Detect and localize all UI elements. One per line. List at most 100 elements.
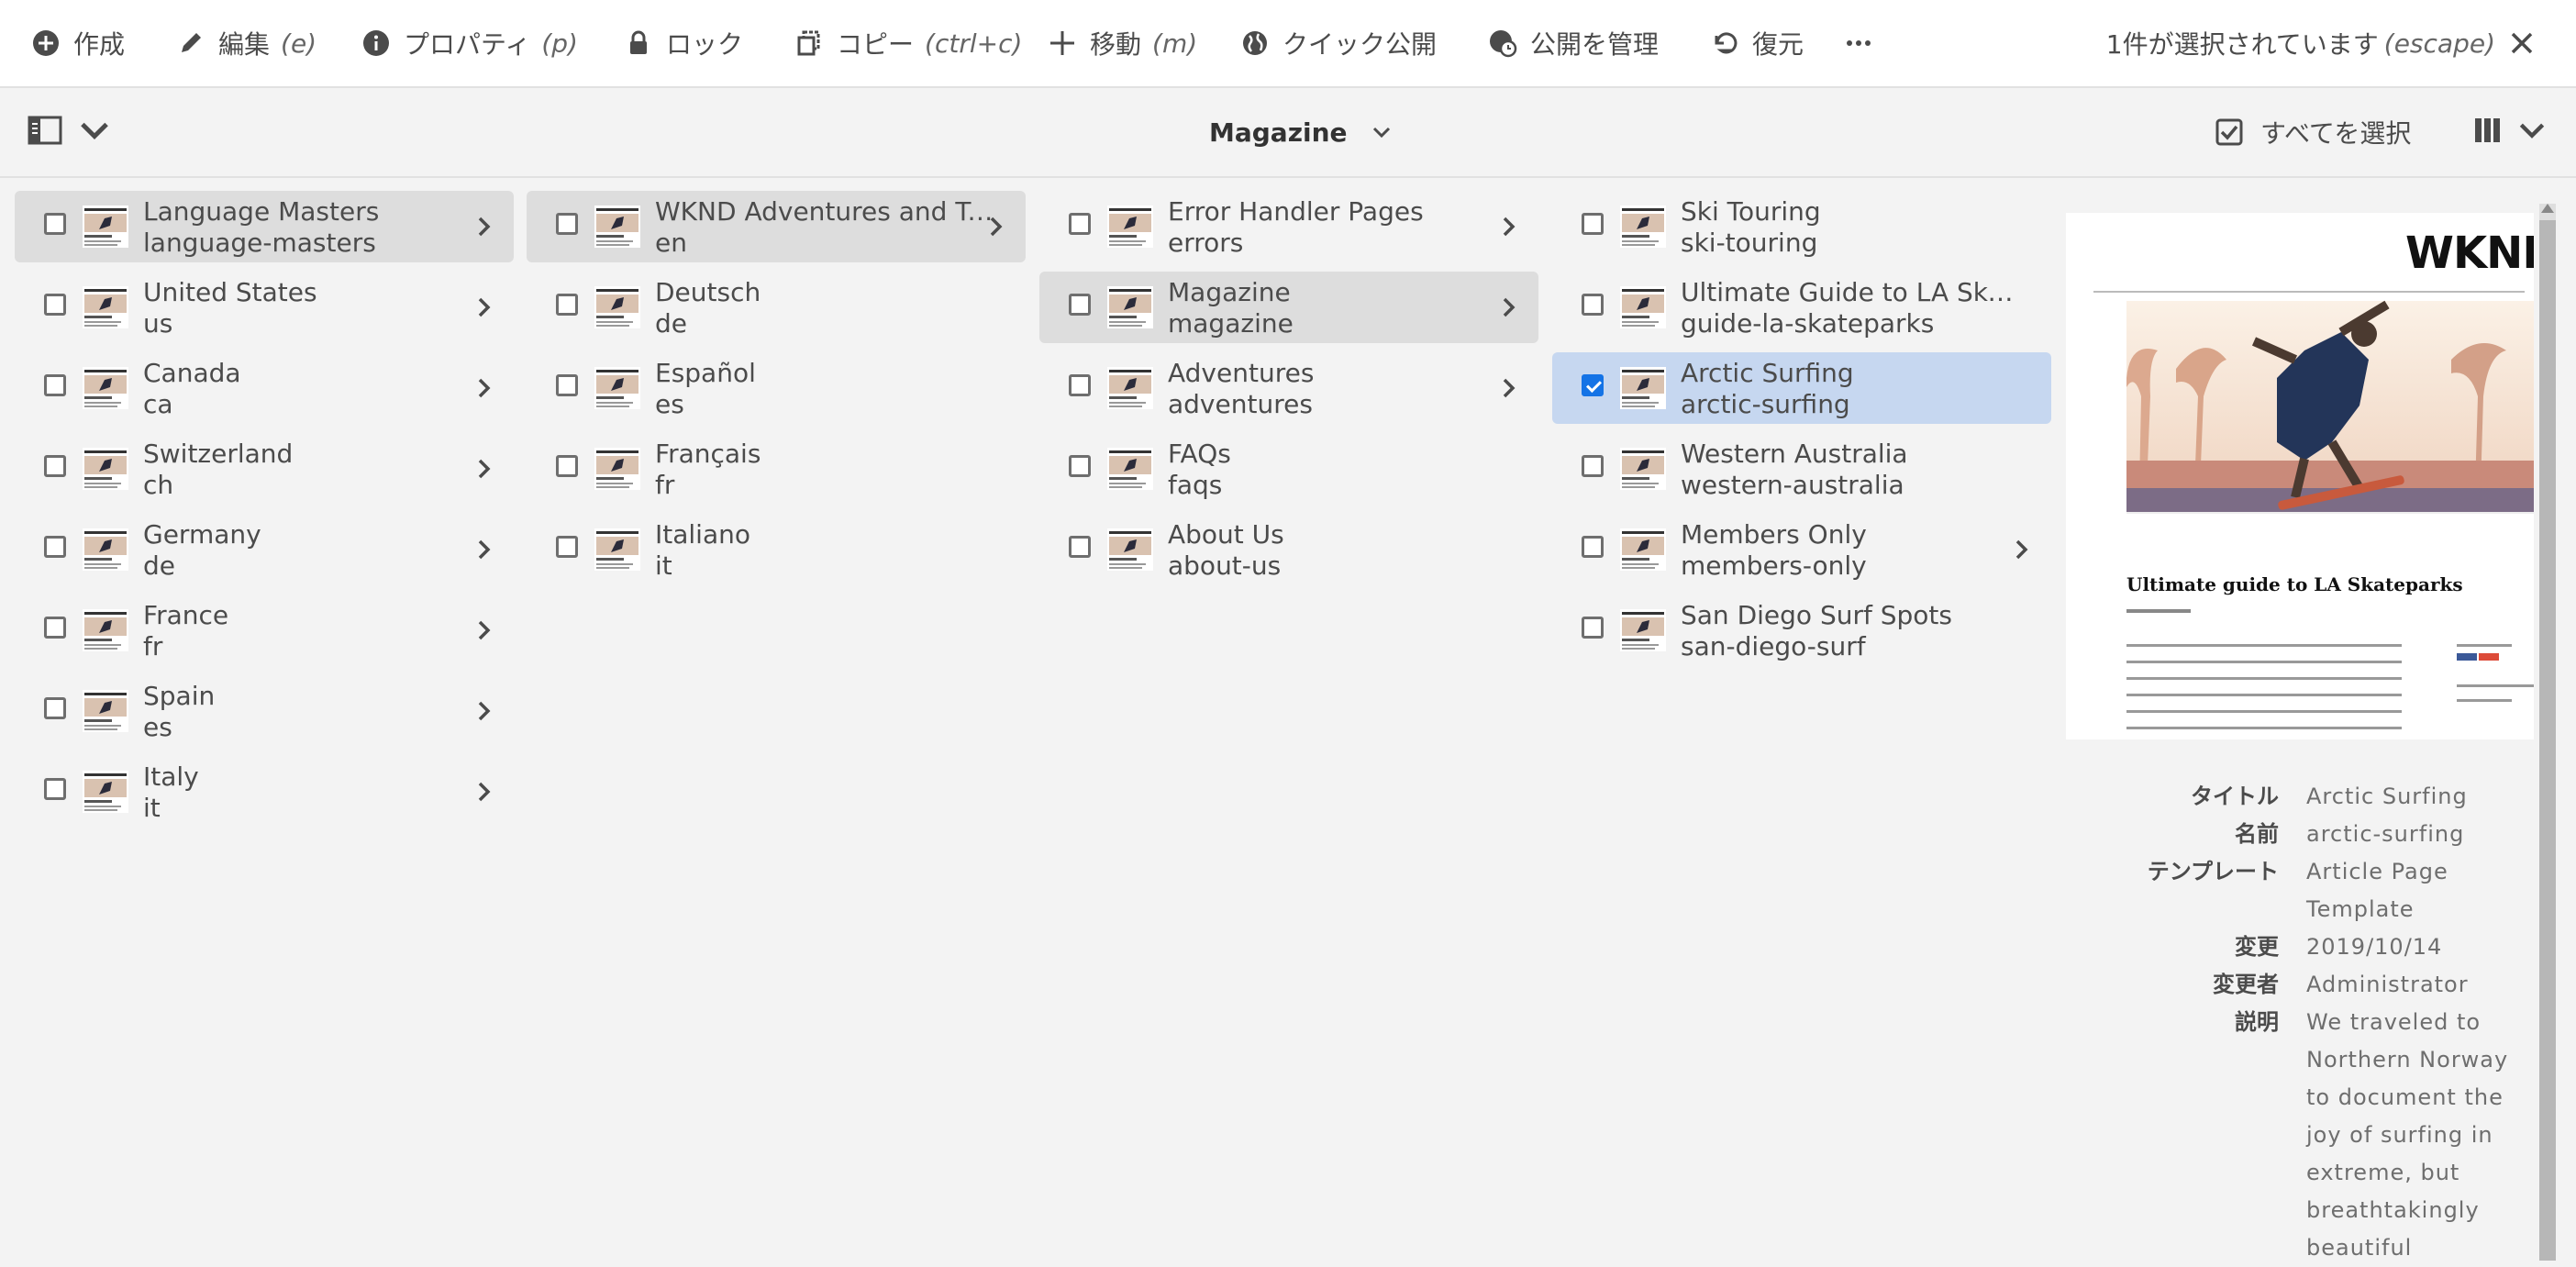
column-item[interactable]: WKND Adventures and Tr… en [527, 191, 1026, 262]
copy-icon [797, 30, 820, 56]
page-preview-thumbnail: Ultimate guide to LA Skateparks WKND S [2066, 213, 2534, 739]
item-checkbox[interactable] [556, 455, 578, 477]
more-actions-button[interactable] [1844, 0, 1886, 86]
column-item[interactable]: France fr [15, 595, 514, 666]
column-item[interactable]: Français fr [527, 433, 1026, 505]
quick-publish-label: クイック公開 [1282, 29, 1438, 60]
column-item[interactable]: Adventures adventures [1039, 352, 1538, 424]
chevron-right-icon[interactable] [2011, 538, 2033, 561]
move-icon [1050, 31, 1074, 55]
quick-publish-button[interactable]: クイック公開 [1240, 0, 1437, 86]
chevron-right-icon[interactable] [473, 457, 495, 481]
item-checkbox[interactable] [1582, 536, 1604, 558]
manage-publication-button[interactable]: 公開を管理 [1488, 0, 1659, 86]
chevron-right-icon[interactable] [1498, 376, 1520, 400]
item-checkbox[interactable] [1582, 617, 1604, 639]
column-item[interactable]: Language Masters language-masters [15, 191, 514, 262]
column-item[interactable]: About Us about-us [1039, 514, 1538, 585]
item-checkbox[interactable] [44, 213, 66, 235]
column-item[interactable]: Italiano it [527, 514, 1026, 585]
item-title: About Us [1168, 519, 1284, 550]
column-item[interactable]: Italy it [15, 756, 514, 828]
column-item[interactable]: FAQs faqs [1039, 433, 1538, 505]
metadata-row: テンプレート Article Page Template [2066, 853, 2561, 928]
item-checkbox[interactable] [1582, 455, 1604, 477]
column-item[interactable]: Switzerland ch [15, 433, 514, 505]
chevron-right-icon[interactable] [473, 376, 495, 400]
create-button[interactable]: 作成 [31, 0, 125, 86]
move-shortcut: (m) [1152, 28, 1198, 59]
item-checkbox[interactable] [1582, 374, 1604, 396]
restore-button[interactable]: 復元 [1710, 0, 1804, 86]
chevron-right-icon[interactable] [473, 780, 495, 804]
chevron-right-icon[interactable] [473, 618, 495, 642]
item-checkbox[interactable] [556, 294, 578, 316]
chevron-right-icon[interactable] [473, 538, 495, 561]
column-item[interactable]: Western Australia western-australia [1552, 433, 2051, 505]
column-item[interactable]: Error Handler Pages errors [1039, 191, 1538, 262]
column-item[interactable]: Arctic Surfing arctic-surfing [1552, 352, 2051, 424]
copy-shortcut: (ctrl+c) [925, 28, 1023, 59]
column-item[interactable]: San Diego Surf Spots san-diego-surf [1552, 595, 2051, 666]
preview-brand: WKND S [2405, 228, 2534, 279]
column-item[interactable]: Magazine magazine [1039, 272, 1538, 343]
item-checkbox[interactable] [44, 697, 66, 719]
chevron-right-icon[interactable] [985, 215, 1007, 239]
select-all-button[interactable]: すべてを選択 [2215, 88, 2411, 176]
column-item[interactable]: Members Only members-only [1552, 514, 2051, 585]
item-checkbox[interactable] [44, 374, 66, 396]
item-checkbox[interactable] [556, 374, 578, 396]
item-checkbox[interactable] [44, 536, 66, 558]
select-all-label: すべてを選択 [2260, 118, 2412, 149]
column-item[interactable]: Germany de [15, 514, 514, 585]
checkbox-checked-icon [2215, 118, 2243, 146]
column-item[interactable]: Ski Touring ski-touring [1552, 191, 2051, 262]
item-checkbox[interactable] [556, 213, 578, 235]
item-name: fr [143, 631, 163, 661]
item-name: magazine [1168, 308, 1294, 339]
item-checkbox[interactable] [1069, 536, 1091, 558]
item-checkbox[interactable] [1582, 294, 1604, 316]
chevron-right-icon[interactable] [473, 215, 495, 239]
column-item[interactable]: Español es [527, 352, 1026, 424]
item-checkbox[interactable] [44, 778, 66, 800]
scrollbar-thumb[interactable] [2539, 220, 2556, 1261]
properties-label: プロパティ [404, 29, 531, 60]
item-checkbox[interactable] [1582, 213, 1604, 235]
item-title: Italy [143, 761, 199, 792]
item-checkbox[interactable] [44, 617, 66, 639]
item-checkbox[interactable] [44, 294, 66, 316]
properties-button[interactable]: プロパティ (p) [361, 0, 578, 86]
column-item[interactable]: United States us [15, 272, 514, 343]
item-checkbox[interactable] [1069, 213, 1091, 235]
column-1: Language Masters language-masters United S… [15, 191, 514, 837]
chevron-right-icon[interactable] [473, 699, 495, 723]
page-thumbnail [83, 609, 128, 651]
move-button[interactable]: 移動 (m) [1048, 0, 1197, 86]
item-checkbox[interactable] [1069, 455, 1091, 477]
column-item[interactable]: Deutsch de [527, 272, 1026, 343]
column-2: WKND Adventures and Tr… en Deutsch de Españo… [527, 191, 1026, 595]
scroll-up-arrow[interactable] [2541, 204, 2554, 213]
chevron-right-icon[interactable] [1498, 215, 1520, 239]
item-checkbox[interactable] [44, 455, 66, 477]
copy-button[interactable]: コピー (ctrl+c) [794, 0, 1022, 86]
column-item[interactable]: Spain es [15, 675, 514, 747]
chevron-right-icon[interactable] [1498, 295, 1520, 319]
item-checkbox[interactable] [556, 536, 578, 558]
rail-toggle-button[interactable] [28, 114, 112, 147]
item-checkbox[interactable] [1069, 294, 1091, 316]
chevron-right-icon[interactable] [473, 295, 495, 319]
edit-button[interactable]: 編集 (e) [176, 0, 316, 86]
close-icon[interactable] [2508, 29, 2536, 57]
copy-label: コピー [837, 29, 915, 60]
lock-button[interactable]: ロック [624, 0, 743, 86]
move-label: 移動 [1090, 29, 1142, 60]
item-checkbox[interactable] [1069, 374, 1091, 396]
breadcrumb-dropdown[interactable]: Magazine [1209, 88, 1392, 176]
column-item[interactable]: Canada ca [15, 352, 514, 424]
view-switcher[interactable] [2473, 116, 2547, 145]
selection-count-text: 1件が選択されています [2105, 29, 2379, 60]
column-item[interactable]: Ultimate Guide to LA Skat… guide-la-skate… [1552, 272, 2051, 343]
scrollbar[interactable] [2539, 204, 2556, 1261]
